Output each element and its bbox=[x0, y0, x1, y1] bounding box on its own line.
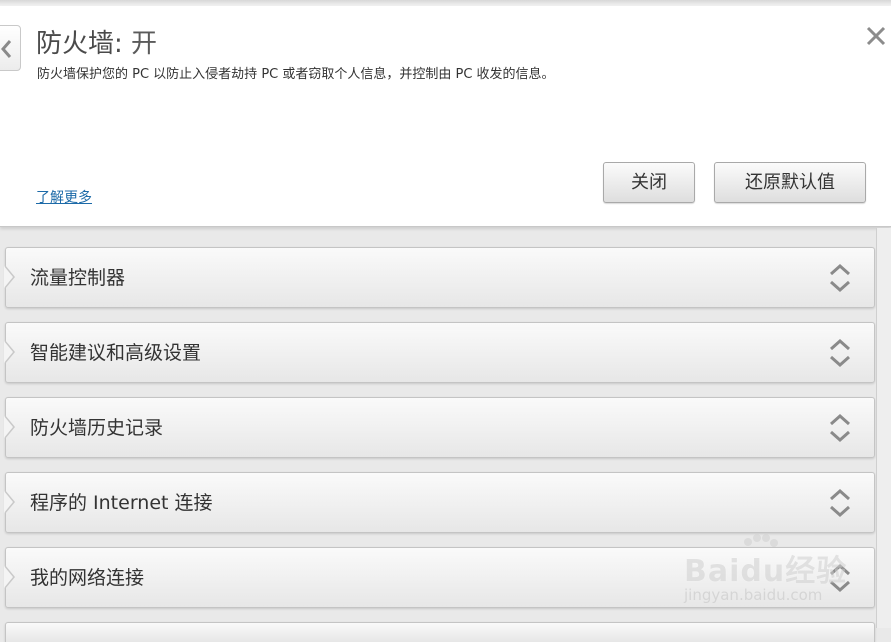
section-label: 我的网络连接 bbox=[30, 567, 145, 589]
page-description: 防火墙保护您的 PC 以防止入侵者劫持 PC 或者窃取个人信息，并控制由 PC … bbox=[37, 67, 555, 82]
page-title: 防火墙: 开 bbox=[36, 28, 157, 60]
panel-notch bbox=[4, 415, 15, 439]
chevron-left-icon bbox=[1, 40, 12, 58]
section-traffic-controller[interactable]: 流量控制器 bbox=[4, 247, 875, 308]
right-scroll-track[interactable] bbox=[876, 228, 891, 628]
title-separator: : bbox=[114, 29, 132, 59]
expand-collapse-icon[interactable] bbox=[828, 337, 852, 369]
expand-collapse-icon[interactable] bbox=[828, 562, 852, 594]
section-label: 程序的 Internet 连接 bbox=[30, 492, 213, 514]
section-smart-advice-advanced-settings[interactable]: 智能建议和高级设置 bbox=[4, 322, 875, 383]
panel-notch bbox=[4, 340, 15, 364]
back-button[interactable] bbox=[0, 25, 21, 71]
expand-collapse-icon[interactable] bbox=[828, 487, 852, 519]
restore-defaults-button[interactable]: 还原默认值 bbox=[714, 162, 866, 203]
section-next-partial[interactable] bbox=[5, 622, 875, 642]
turn-off-button[interactable]: 关闭 bbox=[603, 162, 695, 203]
section-label: 防火墙历史记录 bbox=[30, 417, 164, 439]
section-my-network-connections[interactable]: 我的网络连接 bbox=[4, 547, 875, 608]
section-label: 智能建议和高级设置 bbox=[30, 342, 202, 364]
page-title-text: 防火墙 bbox=[36, 29, 115, 59]
close-icon[interactable] bbox=[864, 24, 888, 48]
section-program-internet-connections[interactable]: 程序的 Internet 连接 bbox=[4, 472, 875, 533]
panel-notch bbox=[4, 490, 15, 514]
expand-collapse-icon[interactable] bbox=[828, 262, 852, 294]
firewall-status: 开 bbox=[131, 29, 158, 59]
section-label: 流量控制器 bbox=[30, 267, 126, 289]
panel-notch bbox=[4, 265, 15, 289]
panel-notch bbox=[4, 565, 15, 589]
learn-more-link[interactable]: 了解更多 bbox=[36, 187, 92, 207]
firewall-header: 防火墙: 开 防火墙保护您的 PC 以防止入侵者劫持 PC 或者窃取个人信息，并… bbox=[0, 6, 891, 227]
expand-collapse-icon[interactable] bbox=[828, 412, 852, 444]
section-firewall-history[interactable]: 防火墙历史记录 bbox=[4, 397, 875, 458]
